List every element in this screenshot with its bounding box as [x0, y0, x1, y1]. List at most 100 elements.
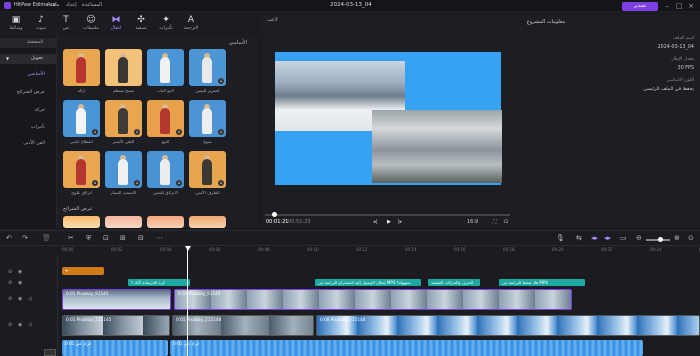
transition-thumb[interactable]	[63, 49, 100, 86]
transition-thumb[interactable]: ↓	[105, 151, 142, 188]
tool-effects[interactable]: ✦ تأثيرات	[154, 15, 178, 31]
speaker-icon[interactable]: ◁	[28, 322, 32, 328]
more-icon[interactable]: ⋯	[156, 234, 163, 242]
video-clip[interactable]: 0:01 Pixabay_91545	[174, 289, 572, 310]
playback-progress[interactable]	[265, 212, 510, 217]
video-clip[interactable]: 0:01 Pixabay_215148	[172, 315, 314, 336]
tool-subtitle[interactable]: A الترجمة	[179, 15, 203, 31]
freeze-icon[interactable]: ⊞	[120, 234, 126, 242]
microphone-icon[interactable]: 🎙	[556, 234, 565, 242]
download-icon[interactable]: ↓	[218, 180, 224, 186]
preview-canvas[interactable]	[275, 52, 502, 185]
transition-thumb[interactable]	[147, 49, 184, 86]
tool-media[interactable]: ▣ وسائط	[4, 15, 28, 31]
export-button[interactable]: تصدير	[622, 2, 658, 11]
zoom-in-icon[interactable]: ⊕	[674, 234, 680, 242]
zoom-out-icon[interactable]: ⊖	[636, 234, 642, 242]
tool-audio[interactable]: ♪ صوت	[29, 15, 53, 31]
caption-clip[interactable]: فك ضغط الترجمة من MP4	[499, 279, 585, 286]
tool-transition[interactable]: ⧓ انتقال	[104, 15, 128, 31]
eye-icon[interactable]: ◉	[18, 296, 22, 302]
crop-clip-icon[interactable]: ⊡	[103, 234, 109, 242]
tool-stickers[interactable]: ☺ ملصقات	[79, 15, 103, 31]
transition-thumb[interactable]	[105, 216, 142, 228]
category-slideshow[interactable]: عرض الشرائح	[0, 90, 57, 95]
download-icon[interactable]: ↓	[218, 78, 224, 84]
cover-thumbnail[interactable]	[44, 349, 56, 356]
transition-thumb[interactable]	[63, 216, 100, 228]
subtitle-add-icon[interactable]: ⊟	[138, 234, 144, 242]
tool-text[interactable]: T نص	[54, 15, 78, 31]
next-frame-icon[interactable]: |▸	[398, 219, 402, 225]
video-clip[interactable]: 0:08 Pixabay_215148	[316, 315, 700, 336]
eye-icon[interactable]: ◉	[18, 269, 22, 275]
caption-clip[interactable]: الحرف والحركات المقصد	[428, 279, 480, 286]
aspect-ratio-select[interactable]: 16:9	[467, 219, 478, 225]
lock-icon[interactable]: ⊘	[8, 280, 12, 286]
previous-frame-icon[interactable]: ◂|	[373, 219, 377, 225]
caption-clip[interactable]: كرة الخرسانة لأنك ؟	[128, 279, 190, 286]
download-icon[interactable]: ↓	[134, 180, 140, 186]
download-icon[interactable]: ↓	[176, 180, 182, 186]
shield-icon[interactable]: ⛨	[86, 234, 91, 243]
playhead-handle[interactable]	[184, 246, 191, 251]
lock-icon[interactable]: ⊘	[8, 269, 12, 275]
transition-thumb[interactable]	[189, 216, 226, 228]
transition-thumb[interactable]	[147, 216, 184, 228]
menu-settings[interactable]: إعداد	[66, 2, 77, 8]
speaker-icon[interactable]: ◁	[28, 296, 32, 302]
video-clip[interactable]: 0:01 Pixabay_215145	[62, 315, 170, 336]
close-icon[interactable]: ×	[686, 1, 696, 11]
category-group-transition[interactable]: ▼ تحويل	[0, 54, 57, 64]
maximize-icon[interactable]: □	[674, 1, 684, 11]
transition-thumb[interactable]: ↓	[63, 100, 100, 137]
minimize-icon[interactable]: –	[662, 1, 672, 11]
magnet-icon[interactable]: ◂▸	[604, 234, 611, 242]
playhead[interactable]	[187, 246, 188, 356]
category-basic[interactable]: الأساسي	[0, 72, 57, 77]
transition-thumb[interactable]: ↓	[105, 100, 142, 137]
timeline-ruler[interactable]: 00:00 00:02 00:04 00:06 00:08 00:10 00:12 00:14…	[58, 246, 700, 256]
undo-icon[interactable]: ↶	[6, 234, 12, 242]
eye-icon[interactable]: ◉	[18, 280, 22, 286]
category-effects[interactable]: تأثيرات	[0, 125, 57, 130]
download-icon[interactable]: ↓	[92, 180, 98, 186]
settings-icon[interactable]: ⊙	[688, 234, 694, 242]
category-favorites[interactable]: المفضلة	[0, 38, 57, 48]
audio-clip[interactable]: 0:01 اترك عبر	[170, 340, 643, 356]
video-clip[interactable]: 0:01 Pixabay_91545	[62, 289, 171, 310]
download-icon[interactable]: ↓	[92, 129, 98, 135]
link-icon[interactable]: ⇆	[576, 234, 582, 242]
play-icon[interactable]: ▶	[387, 219, 391, 225]
delete-icon[interactable]: 🗑	[42, 234, 51, 242]
snap-icon[interactable]: ◂▸	[591, 234, 598, 242]
transition-thumb[interactable]: ↓	[189, 100, 226, 137]
caption-clip[interactable]: إمكان الوصول إليه لاستخراج الترجمة من MP…	[315, 279, 421, 286]
transition-thumb[interactable]: ↓	[189, 151, 226, 188]
transition-thumb[interactable]: ↓	[63, 151, 100, 188]
download-icon[interactable]: ↓	[218, 129, 224, 135]
zoom-slider[interactable]	[646, 237, 670, 242]
effect-clip[interactable]: ✦	[62, 267, 104, 275]
transition-thumb[interactable]: ↓	[189, 49, 226, 86]
split-icon[interactable]: ✂	[68, 234, 74, 242]
menu-file[interactable]: ملف	[50, 2, 60, 8]
fullscreen-icon[interactable]: ⛶	[493, 219, 497, 225]
transition-thumb[interactable]: ↓	[147, 100, 184, 137]
crop-icon[interactable]: ⊡	[504, 219, 508, 225]
download-icon[interactable]: ↓	[134, 129, 140, 135]
progress-knob[interactable]	[272, 212, 278, 217]
category-minimal-art[interactable]: الفن الأدنى	[0, 141, 57, 146]
lock-icon[interactable]: ⊘	[8, 296, 12, 302]
fit-icon[interactable]: ▭	[620, 234, 627, 242]
transition-thumb[interactable]	[105, 49, 142, 86]
menu-help[interactable]: المساعدة	[82, 2, 102, 8]
lock-icon[interactable]: ⊘	[8, 322, 12, 328]
redo-icon[interactable]: ↷	[22, 234, 28, 242]
download-icon[interactable]: ↓	[176, 129, 182, 135]
zoom-slider-knob[interactable]	[658, 237, 663, 242]
category-motion[interactable]: حركة	[0, 108, 57, 113]
transition-thumb[interactable]: ↓	[147, 151, 184, 188]
audio-clip[interactable]: 0:01 اترك عبر	[62, 340, 168, 356]
eye-icon[interactable]: ◉	[18, 322, 22, 328]
